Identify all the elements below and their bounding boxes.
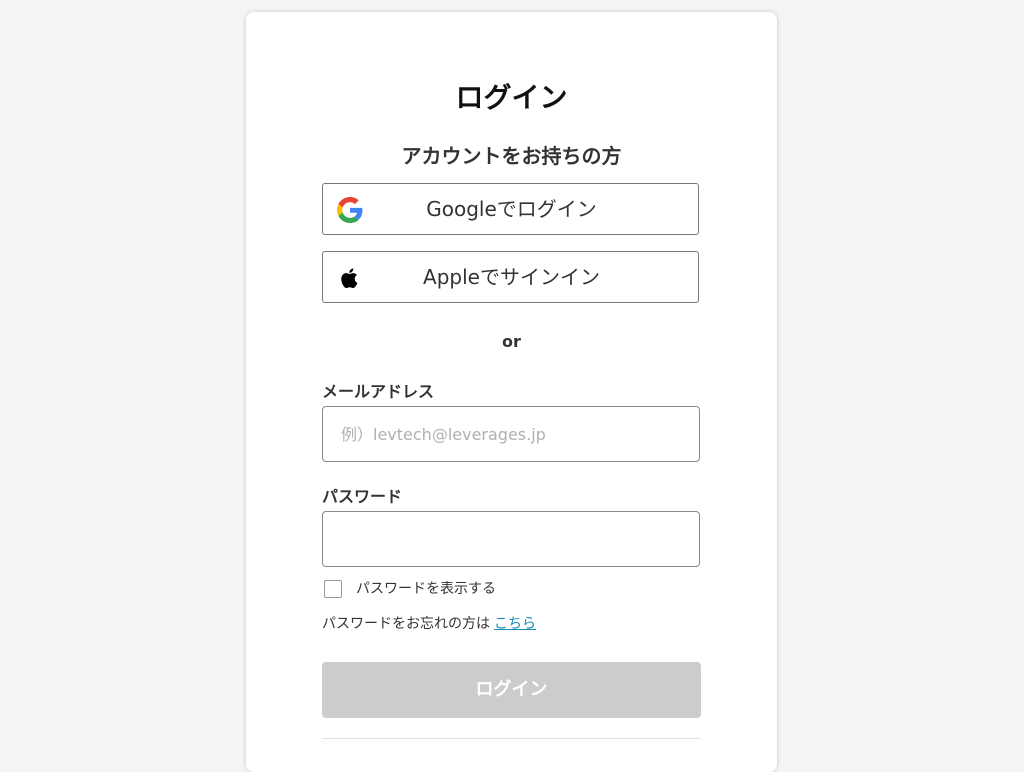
login-submit-button[interactable]: ログイン (322, 662, 701, 718)
password-label: パスワード (322, 487, 403, 506)
login-card: ログイン アカウントをお持ちの方 Googleでログイン Appleでサインイン… (246, 12, 777, 772)
email-label: メールアドレス (322, 382, 435, 401)
google-login-label: Googleでログイン (426, 197, 597, 221)
apple-signin-button[interactable]: Appleでサインイン (322, 251, 699, 303)
show-password-checkbox[interactable] (324, 580, 342, 598)
forgot-password-text: パスワードをお忘れの方は (322, 616, 490, 632)
divider (322, 738, 701, 739)
or-separator: or (502, 332, 521, 351)
show-password-label[interactable]: パスワードを表示する (356, 579, 496, 599)
forgot-password-link[interactable]: こちら (494, 616, 536, 632)
existing-account-heading: アカウントをお持ちの方 (401, 144, 622, 168)
email-field[interactable] (322, 406, 700, 462)
password-field[interactable] (322, 511, 700, 567)
google-login-button[interactable]: Googleでログイン (322, 183, 699, 235)
page-title: ログイン (455, 81, 568, 114)
forgot-password-row: パスワードをお忘れの方は こちら (322, 614, 536, 634)
apple-signin-label: Appleでサインイン (423, 265, 600, 289)
